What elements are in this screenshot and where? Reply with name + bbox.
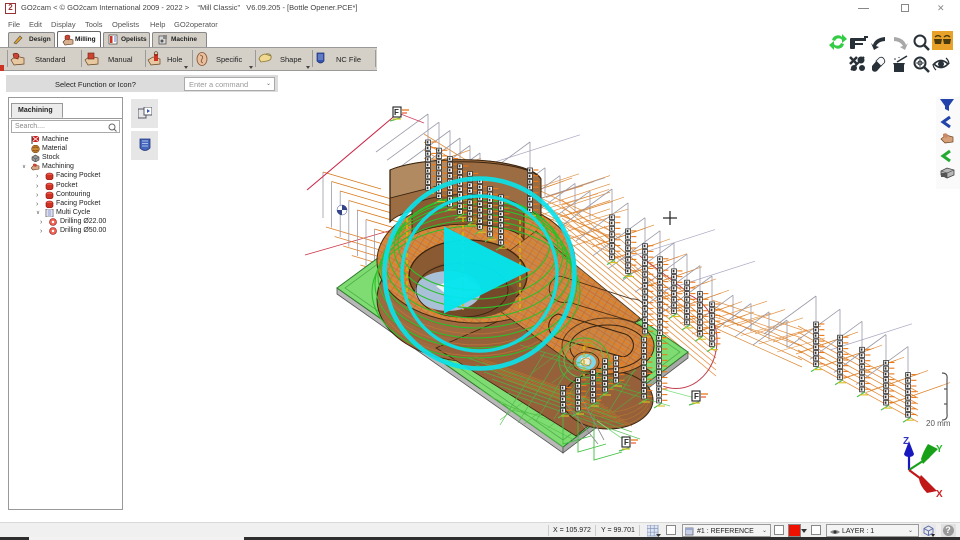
svg-text:F: F [694, 392, 699, 401]
svg-text:Z: Z [903, 436, 909, 447]
svg-text:X: X [936, 489, 943, 500]
svg-text:F: F [624, 438, 629, 447]
svg-text:Y: Y [936, 444, 943, 455]
svg-text:20 mm: 20 mm [926, 419, 951, 428]
svg-text:F: F [394, 108, 399, 117]
svg-text:22: 22 [583, 339, 593, 349]
